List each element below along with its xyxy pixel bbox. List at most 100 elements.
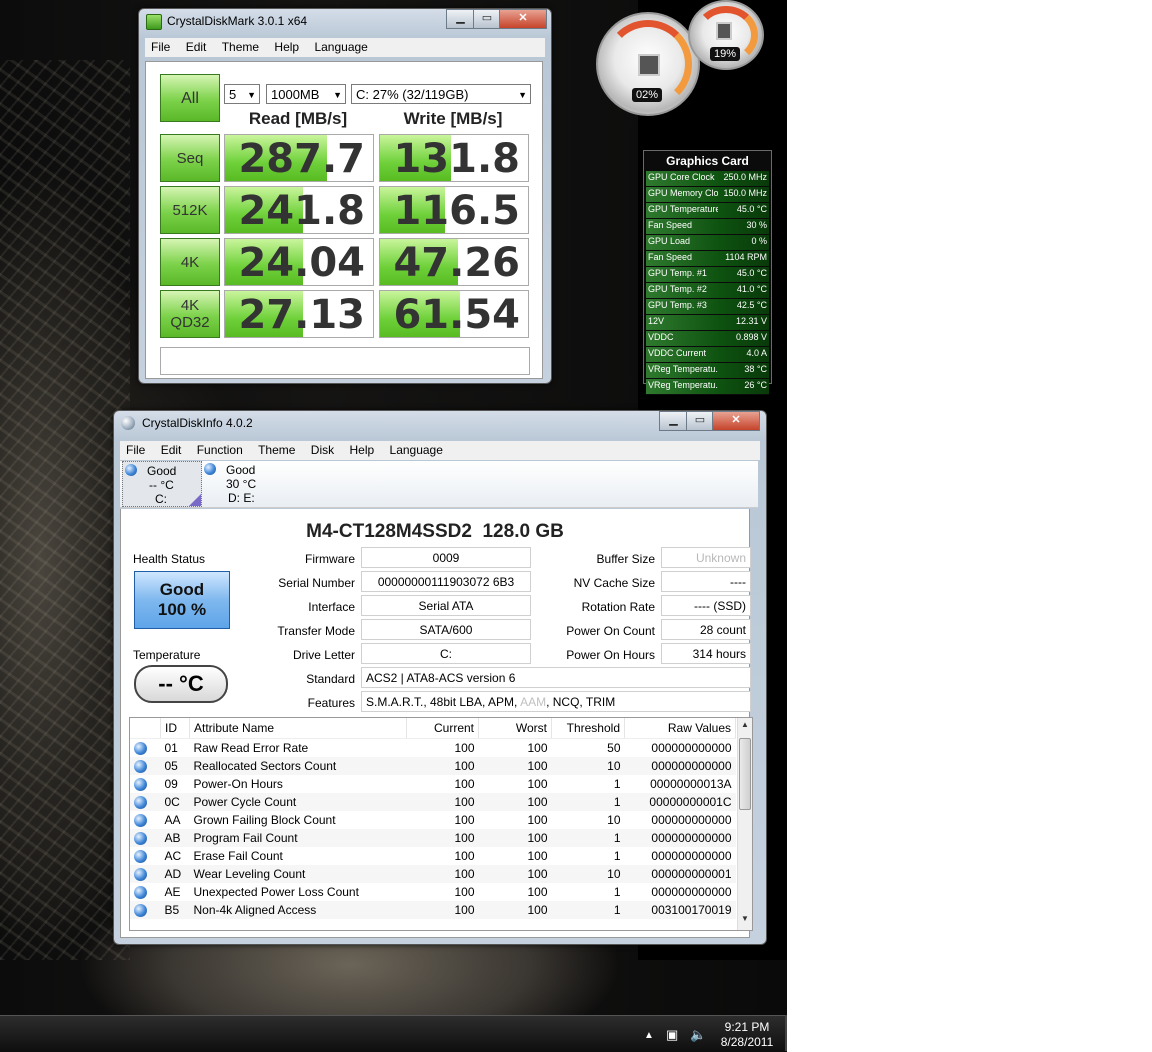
attr-id: AE [164,885,181,899]
attr-threshold: 1 [551,901,625,919]
maximize-button[interactable]: ▭ [473,9,501,29]
512k-write-value: 116.5 [393,188,520,234]
gpu-value: 41.0 °C [736,284,767,294]
attr-raw: 000000000000 [624,757,736,775]
id-column-header[interactable]: ID [160,718,190,739]
crystaldiskinfo-app-icon [121,416,135,430]
show-desktop-button[interactable] [785,1015,787,1051]
disk-model-title: M4-CT128M4SSD2 128.0 GB [306,521,564,542]
drive-select[interactable]: C: 27% (32/119GB) ▼ [351,84,531,104]
attr-name: Program Fail Count [189,829,407,847]
attr-threshold: 1 [613,885,621,899]
menu-file[interactable]: File [120,441,151,457]
raw-values-column-header[interactable]: Raw Values [624,718,736,739]
attr-threshold: 1 [613,849,621,863]
vertical-scrollbar[interactable]: ▲ ▼ [737,718,752,930]
worst-column-header[interactable]: Worst [478,718,552,739]
gpu-row: GPU Temp. #1 45.0 °C [646,267,769,283]
disk-letter: D: E: [228,491,255,505]
512k-write-result: 116.5 [379,186,529,234]
volume-icon[interactable]: 🔈 [690,1027,706,1043]
menu-file[interactable]: File [145,38,176,54]
run-all-button[interactable]: All [160,74,220,122]
menu-language[interactable]: Language [384,441,449,457]
minimize-button[interactable]: ▁ [659,411,688,431]
close-button[interactable]: ✕ [499,9,547,29]
gpu-row: GPU Load 0 % [646,235,769,251]
disk-tab-d[interactable]: Good 30 °C D: E: [202,461,280,505]
disk-temp: 30 °C [226,477,257,491]
serial-number-value: 00000000111903072 6B3 [361,571,531,592]
selected-corner-icon [189,494,201,506]
4k-qd32-write-value: 61.54 [393,292,520,338]
table-row[interactable]: 0C Power Cycle Count 100 100 1 00000000001C [130,793,736,811]
scroll-up-icon[interactable]: ▲ [738,720,752,734]
rotation-rate-value: ---- (SSD) [661,595,751,616]
gpu-row: Fan Speed 1104 RPM [646,251,769,267]
status-good-icon [134,886,147,900]
table-row[interactable]: AB Program Fail Count 100 100 1 000000000000 [130,829,736,847]
menu-edit[interactable]: Edit [155,441,188,457]
menu-theme[interactable]: Theme [252,441,301,457]
close-button[interactable]: ✕ [712,411,760,431]
attr-id: AD [160,865,190,883]
gpu-value: 12.31 V [735,316,767,326]
attr-threshold: 10 [607,813,621,827]
attr-raw: 00000000001C [624,793,736,811]
scrollbar-thumb[interactable] [739,738,751,810]
menu-edit[interactable]: Edit [180,38,213,54]
minimize-button[interactable]: ▁ [446,9,475,29]
menu-function[interactable]: Function [191,441,249,457]
gpu-value: 45.0 °C [736,204,767,214]
status-good-icon [134,778,147,792]
gpu-row: 12V 12.31 V [646,315,769,331]
menu-theme[interactable]: Theme [216,38,265,54]
attribute-name-column-header[interactable]: Attribute Name [189,718,407,739]
disk-tab-strip: Good -- °C C: Good 30 °C D: E: [120,461,758,508]
seq-test-button[interactable]: Seq [160,134,220,182]
standard-value: ACS2 | ATA8-ACS version 6 [361,667,751,688]
table-row[interactable]: 09 Power-On Hours 100 100 1 00000000013A [130,775,736,793]
transfer-mode-value: SATA/600 [361,619,531,640]
attr-name: Raw Read Error Rate [193,741,309,755]
menu-disk[interactable]: Disk [305,441,340,457]
maximize-button[interactable]: ▭ [686,411,714,431]
attr-raw: 00000000013A [650,777,732,791]
memory-meter-gadget: 19% [688,0,764,70]
gpu-value: 250.0 MHz [723,172,767,182]
test-count-select[interactable]: 5 ▼ [224,84,260,104]
smart-attributes-table: ID Attribute Name Current Worst Threshol… [129,717,753,931]
table-row[interactable]: AD Wear Leveling Count 100 100 10 00000000000… [130,865,736,883]
threshold-column-header[interactable]: Threshold [551,718,625,739]
temperature-badge[interactable]: -- °C [134,665,228,703]
current-column-header[interactable]: Current [406,718,479,739]
attr-worst: 100 [478,757,552,775]
scroll-down-icon[interactable]: ▼ [738,914,752,928]
table-row[interactable]: 01 Raw Read Error Rate 100 100 50 00000000000… [130,739,736,758]
table-row[interactable]: AC Erase Fail Count 100 100 1 000000000000 [130,847,736,865]
table-row[interactable]: B5 Non-4k Aligned Access 100 100 1 0031001700… [130,901,736,919]
cpu-chip-icon [638,54,660,76]
table-row[interactable]: 05 Reallocated Sectors Count 100 100 10 00000… [130,757,736,775]
comment-input[interactable] [160,347,530,375]
menu-help[interactable]: Help [268,38,305,54]
table-row[interactable]: AE Unexpected Power Loss Count 100 100 1 0000… [130,883,736,901]
show-hidden-icons-icon[interactable]: ▲ [644,1030,654,1041]
health-status-badge[interactable]: Good 100 % [134,571,230,629]
graphics-card-gadget: Graphics Card GPU Core Clock 250.0 MHz GP… [643,150,772,395]
disk-tab-c[interactable]: Good -- °C C: [122,461,202,507]
table-row[interactable]: AA Grown Failing Block Count 100 100 10 00000… [130,811,736,829]
512k-test-button[interactable]: 512K [160,186,220,234]
attr-threshold: 50 [607,741,621,755]
menu-language[interactable]: Language [308,38,373,54]
status-good-icon [134,796,147,810]
attr-raw: 000000000000 [651,741,732,755]
4k-test-button[interactable]: 4K [160,238,220,286]
menu-bar: File Edit Theme Help Language [145,38,545,57]
test-size-select[interactable]: 1000MB ▼ [266,84,346,104]
menu-help[interactable]: Help [343,441,380,457]
system-clock[interactable]: 9:21 PM 8/28/2011 [715,1020,779,1050]
4k-qd32-test-button[interactable]: 4K QD32 [160,290,220,338]
network-icon[interactable]: ▣ [666,1027,678,1043]
cpu-usage-value: 02% [632,88,663,102]
